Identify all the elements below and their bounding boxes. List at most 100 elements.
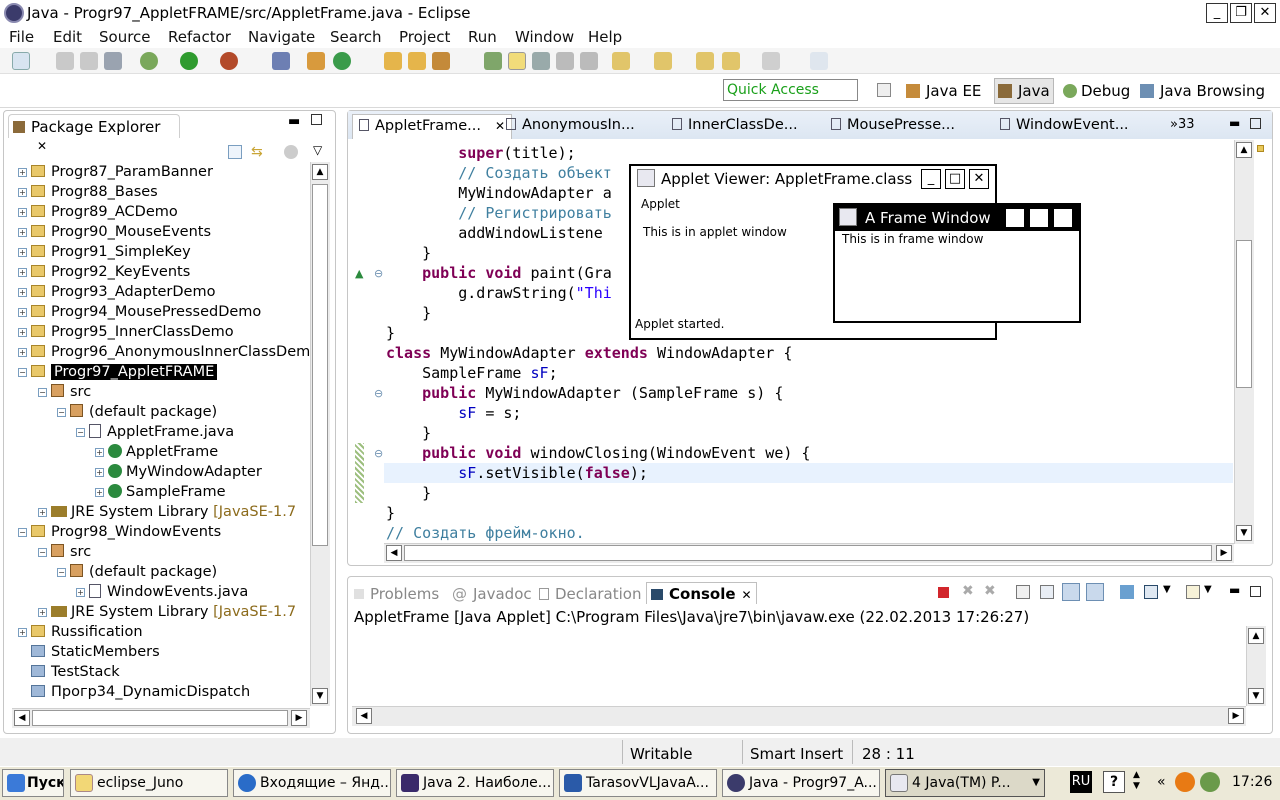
tab-console[interactable]: Console ✕	[646, 582, 757, 604]
next-annotation-icon[interactable]	[612, 52, 630, 70]
expand-icon[interactable]: +	[18, 168, 27, 177]
pe-scroll-thumb[interactable]	[312, 184, 328, 546]
expand-icon[interactable]: +	[18, 248, 27, 257]
help-icon[interactable]: ?	[1103, 771, 1125, 793]
tab-javadoc[interactable]: @ Javadoc	[452, 585, 532, 603]
collapse-icon[interactable]: −	[18, 368, 27, 377]
pin-console-icon[interactable]	[1120, 585, 1134, 599]
collapse-icon[interactable]: −	[76, 428, 85, 437]
maximize-editor-icon[interactable]	[1250, 118, 1261, 129]
scroll-right-icon[interactable]: ▶	[1216, 545, 1232, 561]
external-tools-icon[interactable]	[220, 52, 238, 70]
minimize-view-icon[interactable]: ▬	[288, 114, 300, 129]
tray-app-icon[interactable]	[1175, 772, 1195, 792]
expand-icon[interactable]: +	[18, 348, 27, 357]
open-perspective-icon[interactable]	[877, 83, 891, 97]
view-menu-icon[interactable]	[284, 145, 298, 159]
tree-item-class-mywindowadapter[interactable]: + MyWindowAdapter	[95, 462, 262, 482]
tree-item-jre-library[interactable]: + JRE System Library [JavaSE-1.7	[38, 602, 310, 622]
start-button[interactable]: Пуск	[2, 769, 64, 797]
tab-declaration[interactable]: Declaration	[539, 585, 641, 603]
tree-item-progr97[interactable]: − Progr97_AppletFRAME	[18, 362, 218, 382]
close-tab-icon[interactable]: ✕	[37, 139, 47, 153]
tree-item-progr90[interactable]: + Progr90_MouseEvents	[18, 222, 211, 242]
tree-item-russification[interactable]: + Russification	[18, 622, 143, 642]
chevron-down-icon[interactable]: ▽	[313, 143, 322, 157]
collapse-icon[interactable]: −	[18, 528, 27, 537]
restore-button[interactable]: ❐	[1230, 3, 1252, 23]
open-task-icon[interactable]	[408, 52, 426, 70]
applet-viewer-titlebar[interactable]: Applet Viewer: AppletFrame.class _ □ ✕	[631, 166, 995, 192]
network-icon[interactable]	[1200, 772, 1220, 792]
clear-console-icon[interactable]	[1016, 585, 1030, 599]
tree-item-staticmembers[interactable]: StaticMembers	[31, 642, 160, 662]
new-icon[interactable]	[12, 52, 30, 70]
scroll-up-icon[interactable]: ▲	[1248, 628, 1264, 644]
console-horizontal-scrollbar[interactable]	[352, 706, 1246, 726]
tree-item-progr94[interactable]: + Progr94_MousePressedDemo	[18, 302, 261, 322]
tree-item-default-package[interactable]: − (default package)	[57, 562, 217, 582]
scroll-left-icon[interactable]: ◀	[356, 708, 372, 724]
debug-icon[interactable]	[140, 52, 158, 70]
mark-occurrences-icon[interactable]	[508, 52, 526, 70]
scroll-left-icon[interactable]: ◀	[386, 545, 402, 561]
block-selection-icon[interactable]	[532, 52, 550, 70]
tab-problems[interactable]: Problems	[354, 585, 439, 603]
forward-icon[interactable]	[762, 52, 780, 70]
chevron-down-icon[interactable]: ▼	[1204, 584, 1212, 595]
pe-hscroll-thumb[interactable]	[32, 710, 288, 726]
tree-item-default-package[interactable]: − (default package)	[57, 402, 217, 422]
run-icon[interactable]	[180, 52, 198, 70]
language-indicator[interactable]: RU	[1070, 771, 1092, 793]
remove-all-icon[interactable]: ✖	[984, 583, 996, 599]
tree-item-progr98[interactable]: − Progr98_WindowEvents	[18, 522, 221, 542]
print-icon[interactable]	[104, 52, 122, 70]
show-hidden-icons[interactable]: «	[1157, 774, 1166, 790]
fold-icon[interactable]: ⊖	[374, 267, 383, 280]
scroll-up-icon[interactable]: ▲	[1236, 142, 1252, 158]
task-eclipse-juno[interactable]: eclipse_Juno	[70, 769, 228, 797]
quick-access-input[interactable]: Quick Access	[723, 79, 858, 101]
package-explorer-tab[interactable]: Package Explorer ✕	[8, 114, 180, 153]
task-yandex-mail[interactable]: Входящие – Янд...	[233, 769, 391, 797]
close-tab-icon[interactable]: ✕	[742, 588, 752, 602]
menu-search[interactable]: Search	[330, 28, 382, 46]
expand-icon[interactable]: +	[18, 288, 27, 297]
close-button[interactable]: ✕	[1053, 208, 1073, 228]
minimize-button[interactable]: _	[921, 169, 941, 189]
scroll-lock-icon[interactable]	[1040, 585, 1054, 599]
expand-icon[interactable]: +	[18, 268, 27, 277]
toggle-breadcrumb-icon[interactable]	[484, 52, 502, 70]
tree-item-appletframe-java[interactable]: − AppletFrame.java	[76, 422, 234, 442]
applet-menu[interactable]: Applet	[641, 197, 680, 211]
menu-project[interactable]: Project	[399, 28, 450, 46]
close-button[interactable]: ✕	[969, 169, 989, 189]
tree-item-progr91[interactable]: + Progr91_SimpleKey	[18, 242, 191, 262]
collapse-icon[interactable]: −	[38, 548, 47, 557]
show-whitespace-icon[interactable]	[556, 52, 574, 70]
fold-icon[interactable]: ⊖	[374, 447, 383, 460]
menu-run[interactable]: Run	[468, 28, 497, 46]
back-icon[interactable]	[722, 52, 740, 70]
perspective-debug[interactable]: Debug	[1063, 82, 1130, 100]
show-on-output-icon[interactable]	[1062, 583, 1080, 601]
expand-icon[interactable]: +	[76, 588, 85, 597]
editor-hscroll-thumb[interactable]	[404, 545, 1212, 561]
scroll-right-icon[interactable]: ▶	[1228, 708, 1244, 724]
chevron-down-icon[interactable]: ▼	[1163, 584, 1171, 595]
close-tab-icon[interactable]: ✕	[495, 119, 505, 133]
more-tabs-button[interactable]: »33	[1170, 117, 1195, 132]
task-word-doc[interactable]: TarasovVLJavaA...	[559, 769, 717, 797]
tab-windowevent[interactable]: WindowEvent...	[1000, 117, 1129, 133]
tab-mousepresse[interactable]: MousePresse...	[831, 117, 955, 133]
tree-item-jre-library[interactable]: + JRE System Library [JavaSE-1.7	[38, 502, 310, 522]
tab-appletframe[interactable]: AppletFrame... ✕	[352, 114, 513, 139]
maximize-view-icon[interactable]	[311, 114, 322, 125]
tree-item-progr89[interactable]: + Progr89_ACDemo	[18, 202, 178, 222]
tree-item-progr88[interactable]: + Progr88_Bases	[18, 182, 158, 202]
menu-file[interactable]: File	[9, 28, 34, 46]
tab-anonymousin[interactable]: AnonymousIn...	[506, 117, 635, 133]
perspective-java-ee[interactable]: Java EE	[906, 82, 981, 100]
show-source-icon[interactable]	[580, 52, 598, 70]
tab-innerclassde[interactable]: InnerClassDe...	[672, 117, 798, 133]
